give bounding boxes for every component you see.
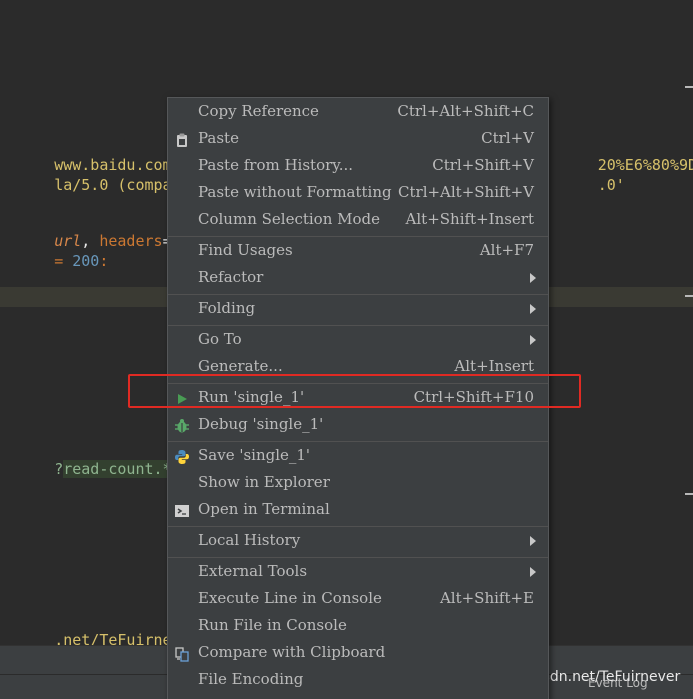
menu-item-find-usages[interactable]: Find Usages Alt+F7 — [168, 237, 548, 263]
code-string: .0' — [597, 176, 625, 194]
menu-item-open-in-terminal[interactable]: Open in Terminal — [168, 496, 548, 522]
clipboard-icon — [174, 130, 190, 147]
submenu-arrow-icon — [530, 335, 536, 345]
menu-item-label: External Tools — [198, 562, 308, 580]
menu-item-label: File Encoding — [198, 670, 304, 688]
menu-item-shortcut: Ctrl+V — [481, 129, 534, 147]
menu-item-label: Paste — [198, 129, 239, 147]
submenu-arrow-icon — [530, 304, 536, 314]
submenu-arrow-icon — [530, 536, 536, 546]
menu-item-go-to[interactable]: Go To — [168, 326, 548, 352]
menu-item-column-selection-mode[interactable]: Column Selection Mode Alt+Shift+Insert — [168, 206, 548, 232]
scrollbar-marker[interactable] — [685, 493, 693, 495]
menu-item-folding[interactable]: Folding — [168, 295, 548, 321]
menu-item-shortcut: Ctrl+Alt+Shift+V — [398, 183, 534, 201]
menu-item-label: Folding — [198, 299, 256, 317]
menu-item-label: Open in Terminal — [198, 500, 330, 518]
menu-item-label: Go To — [198, 330, 242, 348]
menu-item-execute-line-in-console[interactable]: Execute Line in Console Alt+Shift+E — [168, 585, 548, 611]
menu-item-shortcut: Alt+Shift+Insert — [405, 210, 534, 228]
highlight-annotation-box — [128, 374, 581, 408]
menu-item-paste-from-history[interactable]: Paste from History... Ctrl+Shift+V — [168, 152, 548, 178]
terminal-icon — [174, 501, 190, 517]
menu-item-label: Execute Line in Console — [198, 589, 382, 607]
menu-item-shortcut: Ctrl+Alt+Shift+C — [397, 102, 534, 120]
menu-item-paste[interactable]: Paste Ctrl+V — [168, 125, 548, 151]
menu-item-label: Debug 'single_1' — [198, 415, 324, 433]
submenu-arrow-icon — [530, 273, 536, 283]
menu-item-label: Paste from History... — [198, 156, 354, 174]
menu-item-label: Show in Explorer — [198, 473, 330, 491]
menu-item-shortcut: Ctrl+Shift+V — [432, 156, 534, 174]
menu-item-shortcut: Alt+F7 — [479, 241, 534, 259]
menu-item-external-tools[interactable]: External Tools — [168, 558, 548, 584]
compare-icon — [174, 644, 190, 662]
menu-item-label: Local History — [198, 531, 301, 549]
menu-item-compare-with-clipboard[interactable]: Compare with Clipboard — [168, 639, 548, 665]
python-icon — [174, 447, 190, 464]
menu-item-refactor[interactable]: Refactor — [168, 264, 548, 290]
menu-item-save[interactable]: Save 'single_1' — [168, 442, 548, 468]
menu-item-paste-without-formatting[interactable]: Paste without Formatting Ctrl+Alt+Shift+… — [168, 179, 548, 205]
menu-item-local-history[interactable]: Local History — [168, 527, 548, 553]
menu-item-file-encoding[interactable]: File Encoding — [168, 666, 548, 692]
code-number: 200 — [72, 252, 100, 270]
code-line-status[interactable]: = 200: — [0, 231, 108, 270]
menu-item-run-file-in-console[interactable]: Run File in Console — [168, 612, 548, 638]
menu-item-shortcut: Alt+Shift+E — [439, 589, 534, 607]
menu-item-label: Run File in Console — [198, 616, 347, 634]
menu-item-label: Save 'single_1' — [198, 446, 311, 464]
ide-window: www.baidu.com/s?i20%E6%80%9D%E6% la/5.0 … — [0, 0, 693, 699]
debug-icon — [174, 416, 190, 433]
code-kwarg: headers — [99, 232, 163, 250]
menu-item-debug[interactable]: Debug 'single_1' — [168, 411, 548, 437]
menu-item-label: Column Selection Mode — [198, 210, 380, 228]
menu-item-label: Refactor — [198, 268, 264, 286]
menu-item-copy-reference[interactable]: Copy Reference Ctrl+Alt+Shift+C — [168, 98, 548, 124]
scrollbar-marker[interactable] — [685, 295, 693, 297]
menu-item-label: Paste without Formatting — [198, 183, 392, 201]
menu-item-label: Copy Reference — [198, 102, 319, 120]
submenu-arrow-icon — [530, 567, 536, 577]
menu-item-label: Find Usages — [198, 241, 293, 259]
menu-item-label: Compare with Clipboard — [198, 643, 386, 661]
code-operator: = — [54, 252, 73, 270]
code-regex: ? — [54, 460, 64, 478]
menu-item-show-in-explorer[interactable]: Show in Explorer — [168, 469, 548, 495]
code-punct: : — [99, 252, 109, 270]
scrollbar-marker[interactable] — [685, 86, 693, 88]
